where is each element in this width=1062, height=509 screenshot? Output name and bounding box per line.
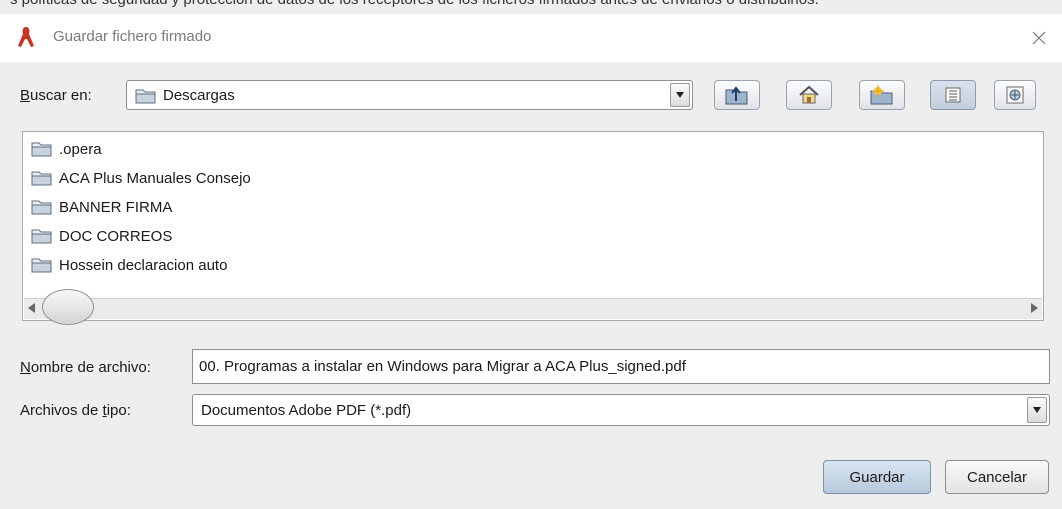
list-view-icon (945, 87, 961, 103)
filename-label: Nombre de archivo: (20, 359, 151, 376)
list-view-button[interactable] (930, 80, 976, 110)
list-item[interactable]: ACA Plus Manuales Consejo (31, 165, 251, 191)
list-item-label: ACA Plus Manuales Consejo (59, 169, 251, 187)
save-button[interactable]: Guardar (823, 460, 931, 494)
list-item[interactable]: Hossein declaracion auto (31, 252, 227, 278)
folder-icon (135, 89, 156, 104)
scroll-left-icon[interactable] (28, 303, 35, 313)
list-item[interactable]: .opera (31, 136, 102, 162)
folder-icon (31, 200, 52, 215)
window-title: Guardar fichero firmado (53, 28, 212, 45)
folder-icon (31, 229, 52, 244)
chevron-down-icon (1033, 407, 1041, 413)
title-bar: Guardar fichero firmado (0, 14, 1062, 62)
filetype-label: Archivos de tipo: (20, 402, 131, 419)
new-folder-button[interactable] (859, 80, 905, 110)
dialog-body: Buscar en: Descargas .opera ACA Plus Man… (0, 62, 1062, 509)
filetype-value: Documentos Adobe PDF (*.pdf) (201, 402, 412, 419)
chevron-down-icon (676, 92, 684, 98)
scrollbar-thumb[interactable] (42, 289, 94, 325)
home-icon (799, 85, 819, 104)
filetype-combo[interactable]: Documentos Adobe PDF (*.pdf) (192, 394, 1050, 426)
acrobat-icon (18, 27, 34, 47)
file-list[interactable]: .opera ACA Plus Manuales Consejo BANNER … (22, 131, 1044, 325)
close-button[interactable] (1016, 14, 1062, 62)
cancel-button[interactable]: Cancelar (945, 460, 1049, 494)
folder-icon (31, 258, 52, 273)
list-item-label: BANNER FIRMA (59, 198, 173, 216)
lookin-label: Buscar en: (20, 87, 92, 104)
up-folder-button[interactable] (714, 80, 760, 110)
home-button[interactable] (786, 80, 832, 110)
list-item-label: .opera (59, 140, 102, 158)
horizontal-scrollbar[interactable] (24, 289, 1042, 325)
list-item-label: DOC CORREOS (59, 227, 173, 245)
close-icon (1032, 31, 1046, 45)
lookin-dropdown-arrow[interactable] (670, 83, 690, 107)
filename-input[interactable]: 00. Programas a instalar en Windows para… (192, 349, 1050, 384)
details-view-icon (1006, 86, 1024, 104)
lookin-combo[interactable]: Descargas (126, 80, 693, 110)
new-folder-icon (870, 85, 893, 105)
scroll-right-icon[interactable] (1031, 303, 1038, 313)
background-clipped-text: s políticas de seguridad y protección de… (0, 0, 1062, 9)
list-item[interactable]: DOC CORREOS (31, 223, 172, 249)
details-view-button[interactable] (994, 80, 1036, 110)
folder-up-icon (725, 86, 748, 105)
list-item-label: Hossein declaracion auto (59, 256, 228, 274)
list-item[interactable]: BANNER FIRMA (31, 194, 172, 220)
filetype-dropdown-arrow[interactable] (1027, 397, 1047, 423)
folder-icon (31, 171, 52, 186)
lookin-value: Descargas (163, 87, 235, 104)
folder-icon (31, 142, 52, 157)
